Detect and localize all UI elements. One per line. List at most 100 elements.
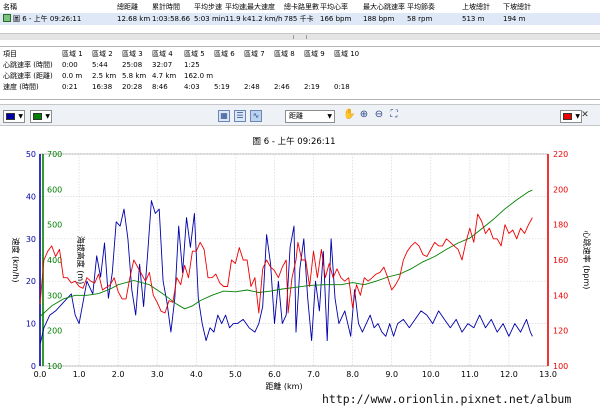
altitude-tick-label: 100	[47, 362, 62, 371]
summary-data-cell: 41.2 km/h	[247, 15, 283, 23]
right-axis-color-picker[interactable]: ▼	[560, 110, 582, 123]
altitude-tick-label: 500	[47, 221, 62, 230]
x-tick-label: 7.0	[307, 370, 320, 379]
zones-cell: 4.7 km	[152, 72, 177, 80]
zones-header-cell[interactable]: 區域 6	[214, 49, 244, 60]
summary-header-cell[interactable]: 平均速度	[225, 1, 247, 13]
summary-data-cell: 188 bpm	[363, 15, 395, 23]
heart-rate-axis-label: 心跳速率 (bpm)	[582, 231, 592, 290]
zones-row: 心跳速率 (距離) 0.0 m 2.5 km 5.8 km 4.7 km 162.0 m	[0, 71, 600, 82]
zones-header-cell[interactable]: 區域 7	[244, 49, 274, 60]
hand-pan-icon[interactable]: ✋	[343, 110, 355, 122]
chevron-down-icon: ▼	[18, 113, 23, 120]
chevron-down-icon: ▼	[45, 113, 50, 120]
heart-rate-tick-label: 200	[553, 185, 568, 194]
summary-header-cell[interactable]: 總距離	[117, 1, 152, 13]
watermark-text: http://www.orionlin.pixnet.net/album	[322, 392, 598, 406]
x-tick-label: 11.0	[461, 370, 479, 379]
summary-header-row: 名稱總距離累計時間平均步速平均速度最大速度總卡路里數平均心率最大心跳速率平均節奏…	[0, 1, 600, 13]
zones-cell: 0:00	[62, 61, 78, 69]
zones-table: 項目 區域 1 區域 2 區域 3 區域 4 區域 5 區域 6 區域 7 區域 8 區域 9 區域…	[0, 46, 600, 100]
horizontal-scrollbar[interactable]	[0, 33, 600, 40]
summary-data-cell: 11.9 km/h	[225, 15, 247, 23]
left-color-swatch	[6, 113, 15, 120]
zones-header-cell[interactable]: 區域 2	[92, 49, 122, 60]
x-tick-label: 12.0	[500, 370, 518, 379]
speed-tick-label: 50	[26, 150, 36, 159]
summary-header-cell[interactable]: 累計時間	[152, 1, 194, 13]
heart-rate-tick-label: 180	[553, 221, 568, 230]
chart-view-icon[interactable]: ∿	[250, 110, 262, 122]
speed-axis-label: 速度 (km/h)	[11, 238, 21, 283]
zones-cell: 0:18	[334, 83, 350, 91]
x-axis-label: 距離 (km)	[265, 381, 302, 391]
x-axis-select-value: 距離	[289, 112, 303, 120]
activity-name: 圖 6 - 上午 09:26:11	[13, 15, 82, 23]
middle-axis-color-picker[interactable]: ▼	[30, 110, 52, 123]
zones-cell: 2:46	[274, 83, 290, 91]
x-tick-label: 6.0	[268, 370, 281, 379]
speed-tick-label: 20	[26, 277, 36, 286]
close-icon[interactable]: ✕	[580, 110, 590, 120]
summary-table: 名稱總距離累計時間平均步速平均速度最大速度總卡路里數平均心率最大心跳速率平均節奏…	[0, 0, 600, 40]
left-axis-color-picker[interactable]: ▼	[3, 110, 25, 123]
zones-cell: 0:21	[62, 83, 78, 91]
summary-data-cell: 5:03 min/km	[194, 15, 225, 23]
summary-header-cell[interactable]: 上坡總計	[462, 1, 503, 13]
zones-cell	[274, 60, 304, 71]
zones-cell: 心跳速率 (時間)	[3, 61, 53, 69]
heart-rate-tick-label: 140	[553, 291, 568, 300]
zones-header-cell[interactable]: 區域 9	[304, 49, 334, 60]
zones-header-cell[interactable]: 區域 10	[334, 49, 366, 60]
x-tick-label: 10.0	[422, 370, 440, 379]
x-tick-label: 9.0	[385, 370, 398, 379]
scroll-grip[interactable]	[293, 35, 307, 39]
zones-cell	[334, 60, 366, 71]
zones-row: 心跳速率 (時間) 0:00 5:44 25:08 32:07 1:25	[0, 60, 600, 71]
altitude-tick-label: 400	[47, 256, 62, 265]
summary-header-cell[interactable]: 平均心率	[320, 1, 363, 13]
summary-data-cell: 194 m	[503, 15, 526, 23]
zones-cell: 25:08	[122, 61, 143, 69]
heart-rate-tick-label: 220	[553, 150, 568, 159]
summary-data-cell: 12.68 km	[117, 15, 151, 23]
zones-cell	[304, 71, 334, 82]
summary-header-cell[interactable]: 平均步速	[194, 1, 225, 13]
zones-header-cell[interactable]: 項目	[3, 49, 62, 60]
summary-data-cell: 166 bpm	[320, 15, 352, 23]
zones-cell	[214, 71, 244, 82]
zoom-fit-icon[interactable]: ⛶	[388, 110, 400, 122]
zones-header-cell[interactable]: 區域 4	[152, 49, 184, 60]
summary-header-cell[interactable]: 下坡總計	[503, 1, 543, 13]
heart-rate-tick-label: 120	[553, 327, 568, 336]
summary-header-cell[interactable]: 最大速度	[247, 1, 284, 13]
zones-cell: 2.5 km	[92, 72, 117, 80]
zones-cell: 心跳速率 (距離)	[3, 72, 53, 80]
altitude-tick-label: 300	[47, 291, 62, 300]
x-tick-label: 8.0	[346, 370, 359, 379]
zones-cell: 速度 (時間)	[3, 83, 39, 91]
summary-data-cell: 785 千卡	[284, 15, 314, 23]
zones-header-cell[interactable]: 區域 1	[62, 49, 92, 60]
zones-cell: 5:44	[92, 61, 108, 69]
split-view-icon[interactable]: ☰	[234, 110, 246, 122]
right-color-swatch	[563, 113, 572, 120]
summary-header-cell[interactable]: 名稱	[3, 1, 117, 13]
summary-data-cell: 58 rpm	[407, 15, 433, 23]
zones-header-cell[interactable]: 區域 5	[184, 49, 214, 60]
table-view-icon[interactable]: ▦	[218, 110, 230, 122]
zoom-out-icon[interactable]: ⊖	[373, 110, 385, 122]
zoom-in-icon[interactable]: ⊕	[358, 110, 370, 122]
summary-header-cell[interactable]: 最大心跳速率	[363, 1, 407, 13]
zones-header-cell[interactable]: 區域 8	[274, 49, 304, 60]
zones-header-cell[interactable]: 區域 3	[122, 49, 152, 60]
zones-cell: 32:07	[152, 61, 173, 69]
x-tick-label: 13.0	[539, 370, 557, 379]
summary-header-cell[interactable]: 平均節奏	[407, 1, 462, 13]
summary-header-cell[interactable]: 總卡路里數	[284, 1, 320, 13]
zones-cell: 20:28	[122, 83, 143, 91]
zones-cell	[334, 71, 366, 82]
x-axis-select[interactable]: 距離 ▼	[285, 110, 335, 123]
summary-data-row[interactable]: 圖 6 - 上午 09:26:11 12.68 km 1:03:58.66 5:03 …	[0, 13, 600, 25]
speed-tick-label: 30	[26, 235, 36, 244]
